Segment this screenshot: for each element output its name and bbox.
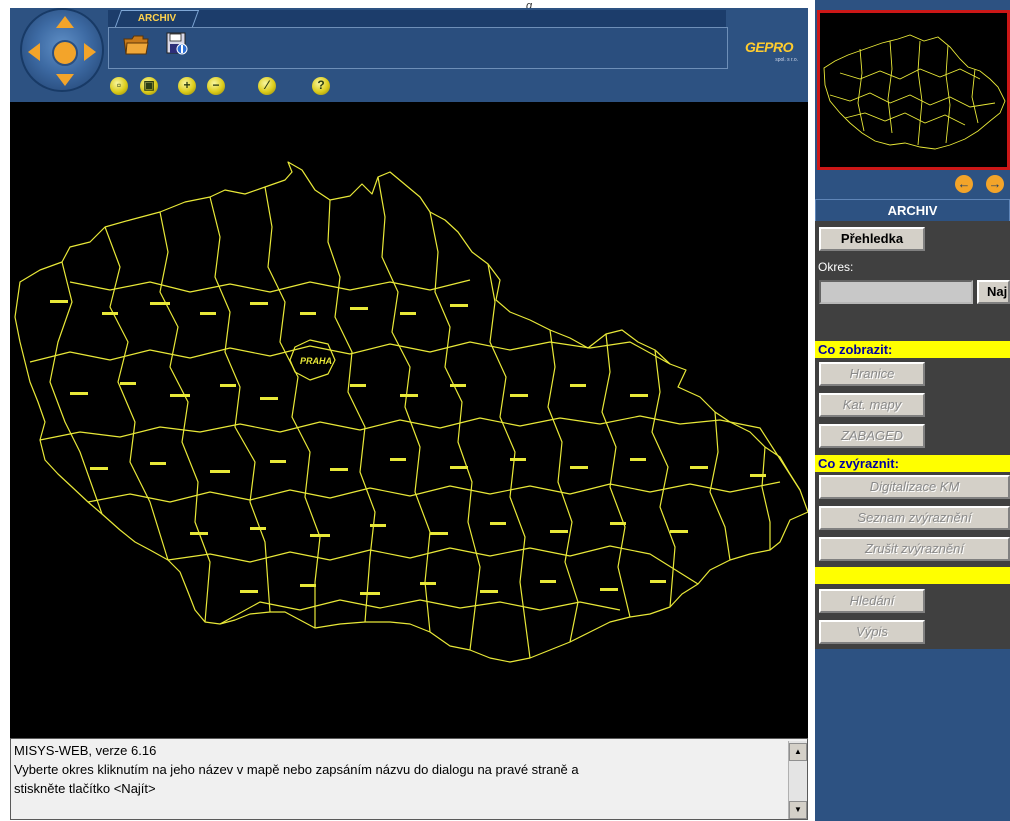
overview-forward-icon[interactable]: → [986,175,1004,193]
najit-button[interactable]: Najít [977,280,1010,304]
prehledka-button[interactable]: Přehledka [819,227,925,251]
pan-right-arrow-icon[interactable] [84,43,96,61]
pan-down-arrow-icon[interactable] [56,74,74,86]
overview-map-graphic [823,34,1006,150]
status-line-instruction-cont: stiskněte tlačítko <Najít> [14,781,156,796]
archiv-panel-title: ARCHIV [887,203,938,218]
hledani-button[interactable]: Hledání [819,589,925,613]
zoom-in-icon[interactable]: + [178,77,196,95]
digitalizace-km-button[interactable]: Digitalizace KM [819,475,1010,499]
erase-icon[interactable]: ⁄ [258,77,276,95]
hranice-button[interactable]: Hranice [819,362,925,386]
help-icon[interactable]: ? [312,77,330,95]
tab-archiv[interactable]: ARCHIV [114,10,200,27]
zoom-out-icon[interactable]: − [207,77,225,95]
status-message: MISYS-WEB, verze 6.16 Vyberte okres klik… [14,741,784,798]
status-line-instruction: Vyberte okres kliknutím na jeho název v … [14,762,579,777]
co-zobrazit-header: Co zobrazit: [815,341,1010,358]
okres-label: Okres: [818,260,854,274]
blank-yellow-bar [815,567,1010,584]
folder-icon[interactable] [123,33,149,55]
scroll-down-button[interactable]: ▼ [789,801,807,819]
zoom-full-icon[interactable]: ▣ [140,77,158,95]
tool-panel [108,27,728,69]
status-line-version: MISYS-WEB, verze 6.16 [14,743,157,758]
pan-left-arrow-icon[interactable] [28,43,40,61]
save-disk-icon[interactable] [166,32,188,56]
okres-input[interactable] [819,280,973,304]
pan-up-arrow-icon[interactable] [56,16,74,28]
tab-strip [108,10,726,28]
praha-label: PRAHA [300,356,332,366]
seznam-zvyrazneni-button[interactable]: Seznam zvýraznění [819,506,1010,530]
gepro-logo-subtitle: spol. s r.o. [775,57,798,63]
overview-back-icon[interactable]: ← [955,175,973,193]
zrusit-zvyrazneni-button[interactable]: Zrušit zvýraznění [819,537,1010,561]
pan-center-icon[interactable] [52,40,78,66]
status-scrollbar[interactable]: ▲ ▼ [788,741,807,819]
kat-mapy-button[interactable]: Kat. mapy [819,393,925,417]
country-border [14,161,809,663]
scroll-up-button[interactable]: ▲ [789,743,807,761]
czech-districts-map[interactable]: PRAHA [10,102,809,738]
vypis-button[interactable]: Výpis [819,620,925,644]
tab-archiv-label: ARCHIV [137,13,176,24]
pan-navigation-pad[interactable] [20,8,104,92]
map-canvas[interactable]: PRAHA [10,102,809,738]
zoom-window-icon[interactable]: ▫ [110,77,128,95]
co-zvyraznit-header: Co zvýraznit: [815,455,1010,472]
overview-map[interactable] [817,10,1010,170]
zabaged-button[interactable]: ZABAGED [819,424,925,448]
